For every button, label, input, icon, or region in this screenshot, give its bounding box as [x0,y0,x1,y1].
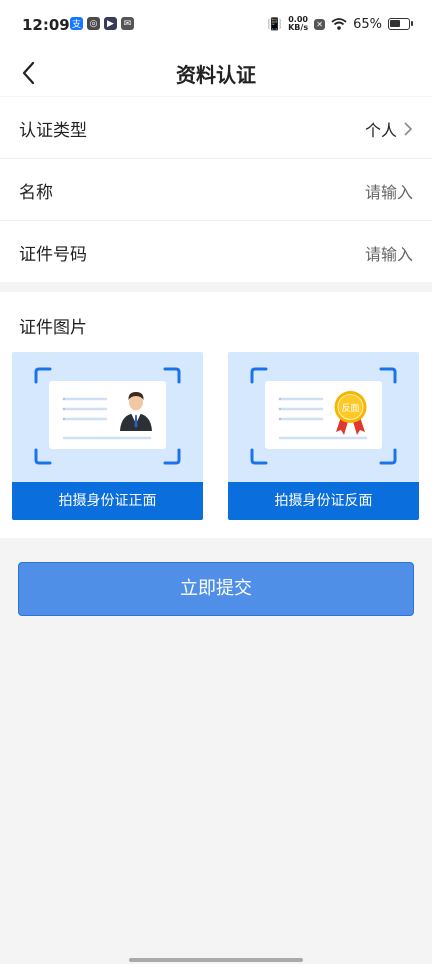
net-speed: 0.00 KB/s [288,16,308,32]
play-icon: ▶ [104,17,117,30]
battery-fill [390,20,401,27]
status-bar: 12:09 支 ◎ ▶ ✉ 📳 0.00 KB/s ✕ 65% [0,0,432,50]
status-time: 12:09 [22,16,70,34]
id-number-label: 证件号码 [19,245,87,265]
battery-text: 65% [353,16,382,32]
upload-id-front-label: 拍摄身份证正面 [12,482,203,520]
submit-button[interactable]: 立即提交 [18,562,414,616]
id-card-back-icon: 反面 [250,367,397,465]
id-photo-title: 证件图片 [19,318,87,338]
battery-icon [388,18,413,30]
page-title: 资料认证 [176,63,256,87]
id-card-front-icon [34,367,181,465]
medal-badge-text: 反面 [341,403,359,414]
name-row[interactable]: 名称 请输入 [0,158,432,220]
vibrate-icon: 📳 [267,17,283,31]
name-label: 名称 [19,183,53,203]
upload-id-front-button[interactable]: 拍摄身份证正面 [12,352,203,520]
name-input[interactable]: 请输入 [365,179,413,203]
certification-type-row[interactable]: 认证类型 个人 [0,97,432,158]
upload-id-back-label: 拍摄身份证反面 [228,482,419,520]
id-number-input[interactable]: 请输入 [365,241,413,265]
certification-type-label: 认证类型 [19,121,87,141]
alipay-icon: 支 [70,17,83,30]
id-number-row[interactable]: 证件号码 请输入 [0,220,432,282]
chevron-right-icon [404,122,413,136]
app-icon: ◎ [87,17,100,30]
net-speed-unit: KB/s [288,23,309,32]
certification-type-value[interactable]: 个人 [365,117,413,141]
wifi-icon [331,18,347,30]
form-card: 认证类型 个人 名称 请输入 证件号码 请输入 [0,97,432,282]
home-indicator [129,958,303,962]
upload-id-back-button[interactable]: 反面 拍摄身份证反面 [228,352,419,520]
id-photo-card: 证件图片 拍摄身份证正面 反面 拍摄身份证反面 [0,292,432,538]
mail-icon: ✉ [121,17,134,30]
notification-icons: 支 ◎ ▶ ✉ [70,17,134,30]
nav-bar: 资料认证 [0,50,432,96]
status-right: 📳 0.00 KB/s ✕ 65% [267,16,413,32]
certification-type-selected: 个人 [364,121,397,140]
no-sim-icon: ✕ [314,18,326,30]
